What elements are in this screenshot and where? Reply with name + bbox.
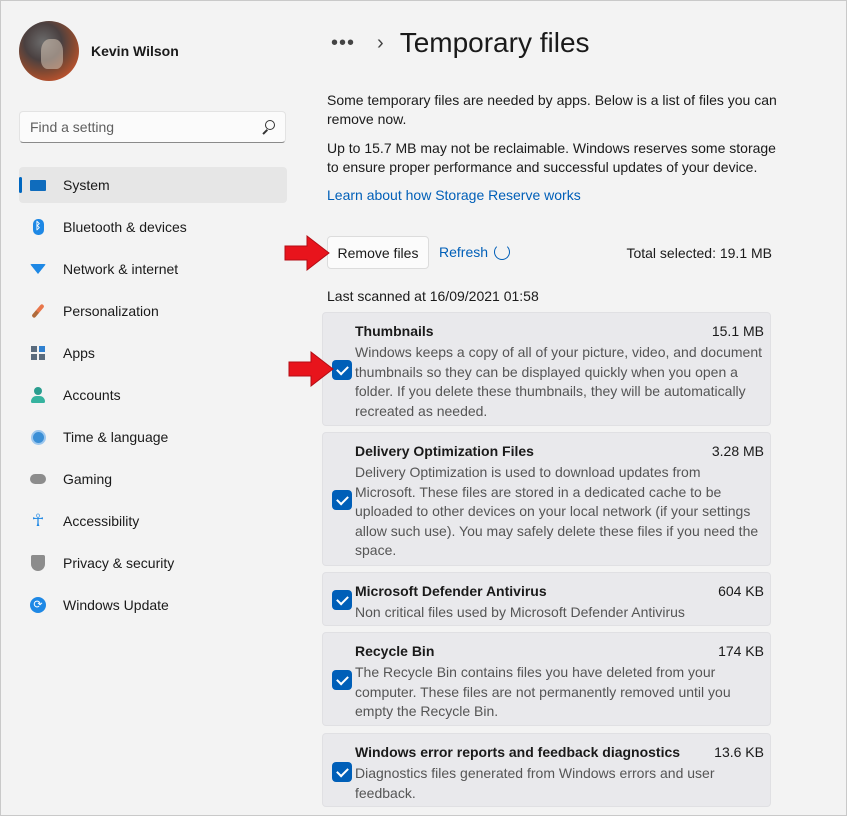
sidebar-item-label: Apps <box>63 345 95 361</box>
sidebar-item-label: Accounts <box>63 387 121 403</box>
gamepad-icon <box>29 470 47 488</box>
file-checkbox[interactable] <box>332 762 352 782</box>
file-checkbox[interactable] <box>332 590 352 610</box>
sidebar-item-time-language[interactable]: Time & language <box>19 419 287 455</box>
brush-icon <box>29 302 47 320</box>
chevron-right-icon: › <box>377 31 384 54</box>
file-name: Windows error reports and feedback diagn… <box>355 744 681 760</box>
bluetooth-icon: ᛒ <box>29 218 47 236</box>
file-description: Non critical files used by Microsoft Def… <box>355 604 685 620</box>
breadcrumb-more-button[interactable]: ••• <box>331 29 355 57</box>
sidebar-item-windows-update[interactable]: ⟳ Windows Update <box>19 587 287 623</box>
file-name: Recycle Bin <box>355 643 435 659</box>
avatar <box>19 21 79 81</box>
shield-icon <box>29 554 47 572</box>
refresh-label: Refresh <box>439 244 489 260</box>
file-card-error-reports[interactable]: Windows error reports and feedback diagn… <box>322 733 771 807</box>
sidebar-item-label: Accessibility <box>63 513 140 529</box>
annotation-arrow-icon <box>288 350 334 388</box>
sidebar-item-personalization[interactable]: Personalization <box>19 293 287 329</box>
intro-text: Some temporary files are needed by apps.… <box>327 92 777 127</box>
sidebar-item-bluetooth[interactable]: ᛒ Bluetooth & devices <box>19 209 287 245</box>
sidebar-item-label: Personalization <box>63 303 159 319</box>
storage-reserve-link[interactable]: Learn about how Storage Reserve works <box>327 187 581 203</box>
sidebar-item-label: Privacy & security <box>63 555 175 571</box>
file-checkbox[interactable] <box>332 670 352 690</box>
sidebar-item-network[interactable]: Network & internet <box>19 251 287 287</box>
file-size: 3.28 MB <box>711 443 764 459</box>
network-icon <box>29 260 47 278</box>
remove-files-button[interactable]: Remove files <box>327 236 429 269</box>
file-size: 604 KB <box>718 583 764 599</box>
file-description: Windows keeps a copy of all of your pict… <box>355 344 762 419</box>
sidebar-nav: System ᛒ Bluetooth & devices Network & i… <box>19 167 287 629</box>
file-card-defender[interactable]: Microsoft Defender Antivirus 604 KB Non … <box>322 572 771 626</box>
sidebar-item-privacy-security[interactable]: Privacy & security <box>19 545 287 581</box>
file-size: 15.1 MB <box>711 323 764 339</box>
accessibility-icon: ☥ <box>31 511 45 530</box>
refresh-icon <box>494 244 511 260</box>
last-scanned: Last scanned at 16/09/2021 01:58 <box>327 288 539 304</box>
breadcrumb: ••• › Temporary files <box>331 27 590 59</box>
profile-name: Kevin Wilson <box>91 43 179 59</box>
reserve-text: Up to 15.7 MB may not be reclaimable. Wi… <box>327 140 776 175</box>
sidebar-item-label: System <box>63 177 110 193</box>
file-card-delivery-optimization[interactable]: Delivery Optimization Files 3.28 MB Deli… <box>322 432 771 566</box>
file-checkbox[interactable] <box>332 360 352 380</box>
sidebar-item-label: Bluetooth & devices <box>63 219 187 235</box>
file-checkbox[interactable] <box>332 490 352 510</box>
file-name: Thumbnails <box>355 323 434 339</box>
sidebar-item-label: Gaming <box>63 471 113 487</box>
sidebar-item-apps[interactable]: Apps <box>19 335 287 371</box>
apps-icon <box>29 344 47 362</box>
file-card-recycle-bin[interactable]: Recycle Bin 174 KB The Recycle Bin conta… <box>322 632 771 726</box>
sidebar-item-label: Windows Update <box>63 597 169 613</box>
page-title: Temporary files <box>399 27 590 58</box>
search-icon[interactable] <box>261 120 275 134</box>
sidebar-item-accounts[interactable]: Accounts <box>19 377 287 413</box>
file-size: 174 KB <box>718 643 764 659</box>
system-icon <box>29 176 47 194</box>
search-input[interactable]: Find a setting <box>30 119 261 135</box>
sidebar-item-label: Time & language <box>63 429 169 445</box>
annotation-arrow-icon <box>284 234 330 272</box>
search-box[interactable]: Find a setting <box>19 111 286 143</box>
file-name: Microsoft Defender Antivirus <box>355 583 547 599</box>
file-description: Diagnostics files generated from Windows… <box>355 765 715 801</box>
total-selected: Total selected: 19.1 MB <box>626 245 772 261</box>
settings-window: Kevin Wilson Find a setting System ᛒ Blu… <box>0 0 847 816</box>
sidebar-item-accessibility[interactable]: ☥ Accessibility <box>19 503 287 539</box>
file-size: 13.6 KB <box>714 744 764 760</box>
sidebar-item-gaming[interactable]: Gaming <box>19 461 287 497</box>
accounts-icon <box>29 386 47 404</box>
clock-icon <box>29 428 47 446</box>
update-icon: ⟳ <box>29 596 47 614</box>
file-description: The Recycle Bin contains files you have … <box>355 664 731 719</box>
sidebar-item-system[interactable]: System <box>19 167 287 203</box>
profile[interactable]: Kevin Wilson <box>19 21 179 81</box>
sidebar-item-label: Network & internet <box>63 261 179 277</box>
file-card-thumbnails[interactable]: Thumbnails 15.1 MB Windows keeps a copy … <box>322 312 771 426</box>
file-description: Delivery Optimization is used to downloa… <box>355 464 759 558</box>
refresh-button[interactable]: Refresh <box>439 244 511 260</box>
file-name: Delivery Optimization Files <box>355 443 534 459</box>
